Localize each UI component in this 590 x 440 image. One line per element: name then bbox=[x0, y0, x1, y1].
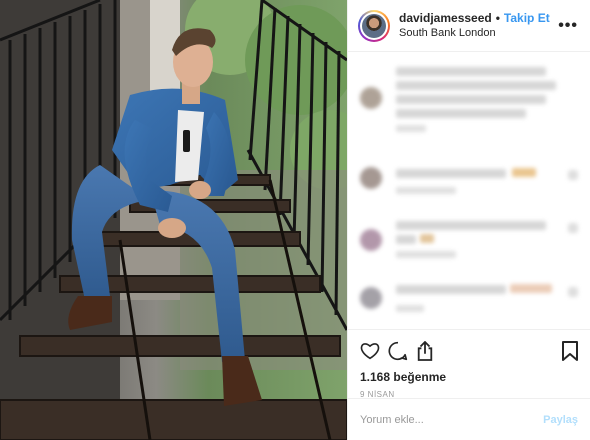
comment-item bbox=[360, 281, 578, 325]
emoji-blurred bbox=[512, 168, 536, 177]
emoji-blurred bbox=[420, 234, 434, 243]
comment-avatar[interactable] bbox=[360, 229, 382, 251]
header-text: davidjamesseed • Takip Et South Bank Lon… bbox=[399, 11, 550, 41]
bookmark-icon[interactable] bbox=[550, 339, 578, 363]
comment-item bbox=[360, 59, 578, 139]
username-link[interactable]: davidjamesseed bbox=[399, 11, 492, 25]
comment-item bbox=[360, 163, 578, 203]
comment-avatar[interactable] bbox=[360, 287, 382, 309]
comment-like-icon[interactable] bbox=[568, 170, 578, 180]
more-horizontal-icon[interactable]: ••• bbox=[558, 18, 578, 34]
avatar-image bbox=[362, 13, 386, 38]
comment-avatar[interactable] bbox=[360, 87, 382, 109]
comment-form: Paylaş bbox=[348, 398, 590, 440]
comment-like-icon[interactable] bbox=[568, 223, 578, 233]
separator-dot: • bbox=[495, 10, 500, 25]
comment-time-blurred bbox=[396, 125, 426, 132]
emoji-blurred bbox=[510, 284, 552, 293]
likes-count[interactable]: 1.168 beğenme bbox=[360, 370, 578, 384]
post-header: davidjamesseed • Takip Et South Bank Lon… bbox=[348, 0, 590, 52]
post-comment-button[interactable]: Paylaş bbox=[543, 414, 578, 426]
profile-avatar[interactable] bbox=[358, 9, 390, 42]
comments-list bbox=[348, 53, 590, 328]
comment-avatar[interactable] bbox=[360, 167, 382, 189]
photo-illustration bbox=[0, 0, 347, 440]
comment-text-blurred bbox=[396, 221, 546, 230]
comment-text-blurred bbox=[396, 285, 506, 294]
comment-icon[interactable] bbox=[388, 339, 416, 363]
comment-item bbox=[360, 221, 578, 271]
comment-like-icon[interactable] bbox=[568, 287, 578, 297]
comment-text-blurred bbox=[396, 67, 546, 76]
post-panel: davidjamesseed • Takip Et South Bank Lon… bbox=[347, 0, 590, 440]
heart-icon[interactable] bbox=[360, 339, 388, 363]
action-bar: 1.168 beğenme 9 NİSAN bbox=[348, 329, 590, 399]
follow-button[interactable]: Takip Et bbox=[504, 11, 550, 25]
comment-input[interactable] bbox=[360, 413, 544, 426]
share-icon[interactable] bbox=[416, 339, 444, 363]
comment-text-blurred bbox=[396, 169, 506, 178]
location-link[interactable]: South Bank London bbox=[399, 27, 550, 40]
post-photo[interactable] bbox=[0, 0, 347, 440]
